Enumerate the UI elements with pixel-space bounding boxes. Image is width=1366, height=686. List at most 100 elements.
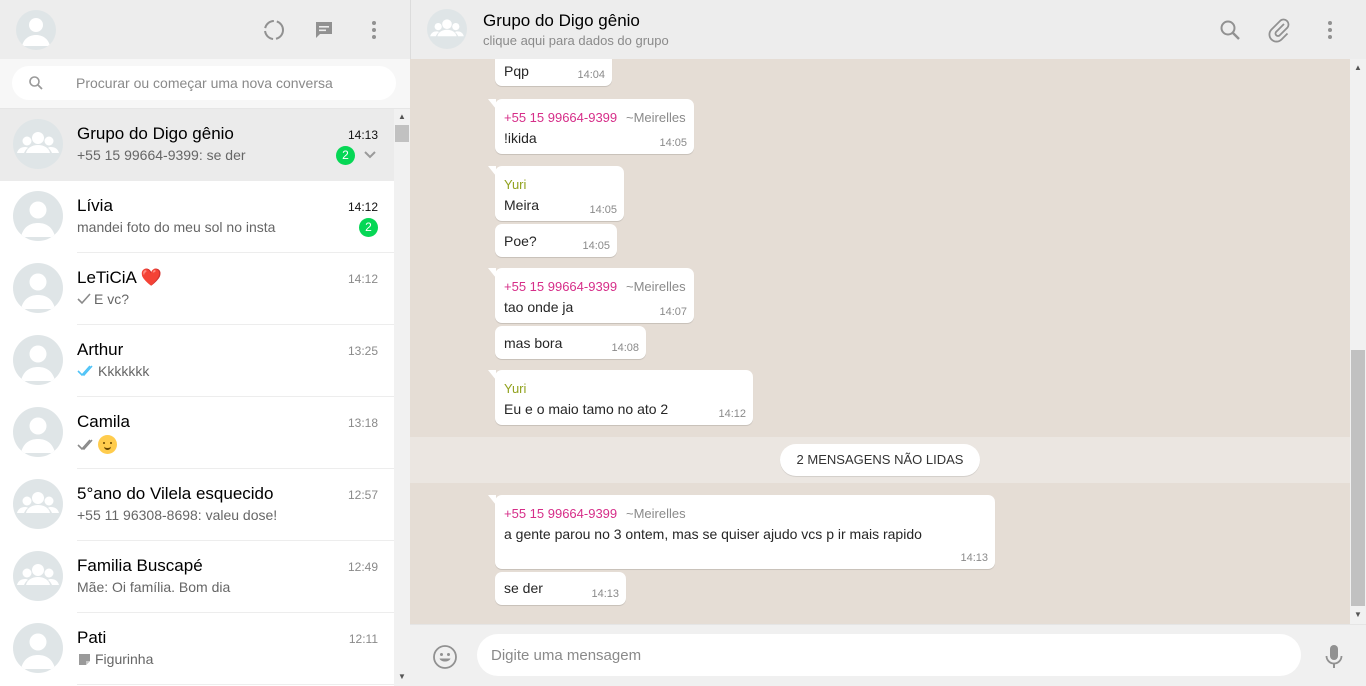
- composer: [410, 624, 1366, 686]
- message-pushname: ~Meirelles: [626, 506, 686, 521]
- search-input[interactable]: [76, 73, 376, 93]
- message-text: tao onde ja: [504, 299, 574, 315]
- group-avatar: [13, 119, 63, 169]
- scroll-down-arrow-icon[interactable]: ▼: [397, 672, 407, 682]
- avatar: [13, 623, 63, 673]
- chat-preview: mandei foto do meu sol no insta: [77, 219, 276, 235]
- unread-banner: 2 MENSAGENS NÃO LIDAS: [780, 444, 980, 476]
- chat-preview: +55 15 99664-9399: se der: [77, 147, 246, 163]
- chat-time: 14:12: [347, 200, 378, 214]
- chat-time: 13:18: [347, 416, 378, 430]
- unread-divider: 2 MENSAGENS NÃO LIDAS: [410, 437, 1350, 483]
- hugging-face-emoji: [98, 435, 117, 454]
- chat-name: LeTiCiA ❤️: [77, 268, 162, 288]
- avatar: [13, 191, 63, 241]
- microphone-icon[interactable]: [1323, 643, 1345, 671]
- message-bubble[interactable]: +55 15 99664-9399 ~Meirelles !ikida 14:0…: [488, 99, 694, 154]
- scroll-up-arrow-icon[interactable]: ▲: [1353, 63, 1363, 73]
- message-bubble[interactable]: +55 15 99664-9399 ~Meirelles a gente par…: [488, 495, 995, 569]
- message-time: 14:13: [960, 552, 988, 564]
- conversation-subtitle: clique aqui para dados do grupo: [483, 33, 669, 48]
- search-icon: [28, 75, 44, 91]
- message-bubble[interactable]: Pqp 14:04: [495, 59, 612, 86]
- message-input[interactable]: [477, 634, 1301, 676]
- whatsapp-web-app: Grupo do Digo gênio 14:13 +55 15 99664-9…: [0, 0, 1366, 686]
- message-text: Poe?: [504, 233, 537, 249]
- chat-preview: Mãe: Oi família. Bom dia: [77, 579, 231, 595]
- chat-item-leticia[interactable]: LeTiCiA ❤️ 14:12 E vc?: [0, 253, 394, 325]
- new-chat-icon[interactable]: [311, 17, 337, 43]
- message-text: Meira: [504, 197, 540, 213]
- chat-preview-text: E vc?: [94, 291, 130, 307]
- chat-time: 13:25: [347, 344, 378, 358]
- status-icon[interactable]: [261, 17, 287, 43]
- menu-icon[interactable]: [361, 17, 387, 43]
- chat-item-5ano-do-vilela[interactable]: 5°ano do Vilela esquecido 12:57 +55 11 9…: [0, 469, 394, 541]
- chat-time: 14:12: [347, 272, 378, 286]
- message-bubble[interactable]: Yuri Meira 14:05: [488, 166, 624, 221]
- conversation-panel: Grupo do Digo gênio clique aqui para dad…: [410, 0, 1366, 686]
- avatar: [13, 263, 63, 313]
- message-pushname: ~Meirelles: [626, 279, 686, 294]
- conversation-header[interactable]: Grupo do Digo gênio clique aqui para dad…: [410, 0, 1366, 59]
- chat-list: Grupo do Digo gênio 14:13 +55 15 99664-9…: [0, 109, 394, 686]
- message-sender: +55 15 99664-9399: [504, 110, 618, 125]
- message-scrollbar[interactable]: ▲ ▼: [1350, 59, 1366, 624]
- message-area: Pqp 14:04 +55 15 99664-9399 ~Meirelles !…: [410, 59, 1350, 624]
- chat-item-grupo-do-digo-genio[interactable]: Grupo do Digo gênio 14:13 +55 15 99664-9…: [0, 109, 394, 181]
- my-avatar[interactable]: [16, 10, 56, 50]
- chat-list-scrollbar[interactable]: ▲ ▼: [394, 109, 410, 686]
- message-text: a gente parou no 3 ontem, mas se quiser …: [504, 526, 922, 542]
- chat-preview: [77, 435, 117, 454]
- message-bubble[interactable]: mas bora 14:08: [495, 326, 646, 359]
- chat-item-camila[interactable]: Camila 13:18: [0, 397, 394, 469]
- message-bubble[interactable]: Poe? 14:05: [495, 224, 617, 257]
- message-time: 14:05: [582, 240, 610, 252]
- chat-name: Arthur: [77, 340, 124, 359]
- unread-badge: 2: [359, 218, 378, 237]
- message-time: 14:12: [718, 408, 746, 420]
- group-avatar[interactable]: [427, 9, 467, 49]
- double-check-gray-icon: [77, 438, 93, 450]
- emoji-icon[interactable]: [432, 644, 458, 670]
- scroll-down-arrow-icon[interactable]: ▼: [1353, 610, 1363, 620]
- message-bubble[interactable]: Yuri Eu e o maio tamo no ato 2 14:12: [488, 370, 753, 425]
- chat-preview: +55 11 96308-8698: valeu dose!: [77, 507, 278, 523]
- chat-name: Grupo do Digo gênio: [77, 124, 234, 143]
- message-time: 14:04: [577, 69, 605, 81]
- unread-badge: 2: [336, 146, 355, 165]
- chat-name: Pati: [77, 628, 107, 647]
- chat-preview-text: Figurinha: [95, 651, 154, 667]
- chat-item-livia[interactable]: Lívia 14:12 mandei foto do meu sol no in…: [0, 181, 394, 253]
- chat-preview-text: Kkkkkkk: [98, 363, 150, 379]
- chat-item-arthur[interactable]: Arthur 13:25 Kkkkkkk: [0, 325, 394, 397]
- sticker-icon: [79, 653, 90, 665]
- message-time: 14:13: [591, 588, 619, 600]
- chevron-down-icon[interactable]: [362, 147, 378, 163]
- chat-time: 12:57: [347, 488, 378, 502]
- message-sender: +55 15 99664-9399: [504, 279, 618, 294]
- chat-item-pati[interactable]: Pati 12:11 Figurinha: [0, 613, 394, 685]
- chat-preview: Kkkkkkk: [77, 363, 149, 379]
- scrollbar-thumb[interactable]: [395, 125, 409, 142]
- message-bubble[interactable]: +55 15 99664-9399 ~Meirelles tao onde ja…: [488, 268, 694, 323]
- message-text: se der: [504, 580, 543, 596]
- group-avatar: [13, 479, 63, 529]
- chat-name: Camila: [77, 412, 130, 431]
- chat-time: 12:49: [347, 560, 378, 574]
- message-text: Pqp: [504, 63, 529, 79]
- scroll-up-arrow-icon[interactable]: ▲: [397, 112, 407, 122]
- message-time: 14:05: [659, 137, 687, 149]
- menu-icon[interactable]: [1317, 17, 1343, 43]
- chat-item-familia-buscape[interactable]: Familia Buscapé 12:49 Mãe: Oi família. B…: [0, 541, 394, 613]
- heart-emoji: ❤️: [140, 268, 162, 287]
- scrollbar-thumb[interactable]: [1351, 350, 1365, 606]
- group-avatar: [13, 551, 63, 601]
- search-icon[interactable]: [1217, 17, 1243, 43]
- message-text: mas bora: [504, 335, 563, 351]
- message-bubble[interactable]: se der 14:13: [495, 572, 626, 605]
- chat-preview: Figurinha: [77, 651, 153, 667]
- attach-icon[interactable]: [1267, 17, 1293, 43]
- message-sender: Yuri: [504, 177, 527, 192]
- message-time: 14:08: [611, 342, 639, 354]
